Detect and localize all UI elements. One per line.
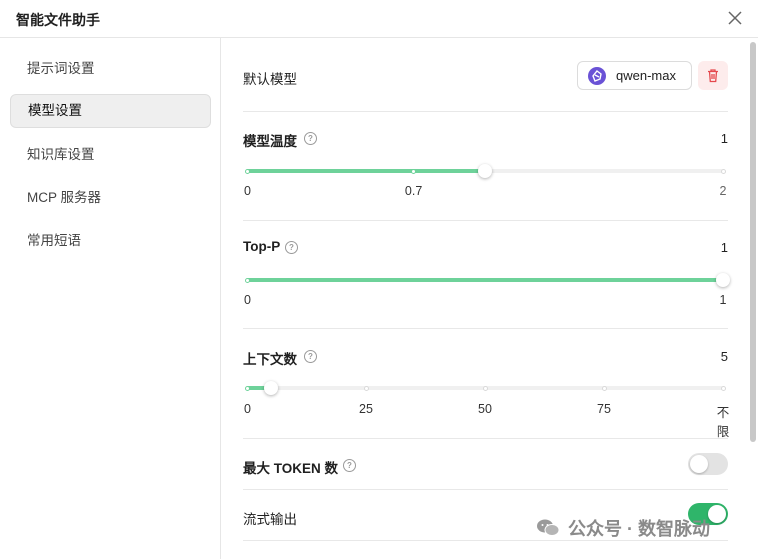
temperature-label: 模型温度 <box>243 134 297 149</box>
scrollbar-thumb[interactable] <box>750 42 756 442</box>
wechat-icon <box>537 519 560 536</box>
divider <box>243 438 728 439</box>
trash-icon <box>708 69 718 83</box>
context-count-value: 5 <box>720 349 728 364</box>
model-name: qwen-max <box>616 68 676 83</box>
slider-tick-label: 0 <box>244 184 251 198</box>
help-icon[interactable]: ? <box>304 350 317 363</box>
streaming-label: 流式输出 <box>243 512 297 527</box>
model-select-button[interactable]: qwen-max <box>577 61 692 90</box>
qwen-logo-icon <box>588 67 606 85</box>
watermark-text: 公众号 · 数智脉动 <box>568 519 710 539</box>
max-tokens-label: 最大 TOKEN 数 <box>243 461 339 476</box>
slider-mark <box>244 168 250 174</box>
sidebar-item-knowledge-base[interactable]: 知识库设置 <box>10 138 211 172</box>
slider-tick-label: 0 <box>244 402 251 416</box>
context-count-label: 上下文数 <box>243 352 297 367</box>
divider <box>243 111 728 112</box>
slider-tick-label: 1 <box>719 293 727 307</box>
sidebar-item-model-settings[interactable]: 模型设置 <box>10 94 211 128</box>
sidebar-item-label: 提示词设置 <box>27 61 95 76</box>
toggle-knob <box>708 505 726 523</box>
slider-tick-label: 25 <box>359 402 373 416</box>
settings-sidebar: 提示词设置 模型设置 知识库设置 MCP 服务器 常用短语 <box>0 38 221 559</box>
slider-mark <box>244 385 250 391</box>
slider-tick-label: 2 <box>719 184 727 198</box>
divider <box>243 328 728 329</box>
help-icon[interactable]: ? <box>304 132 317 145</box>
divider <box>243 489 728 490</box>
sidebar-item-label: MCP 服务器 <box>27 190 102 205</box>
divider <box>243 220 728 221</box>
watermark: 公众号 · 数智脉动 <box>536 516 710 540</box>
slider-tick-label: 50 <box>478 402 492 416</box>
delete-model-button[interactable] <box>698 61 728 90</box>
sidebar-item-mcp-servers[interactable]: MCP 服务器 <box>10 181 211 215</box>
dialog-title: 智能文件助手 <box>16 12 100 28</box>
slider-mark <box>363 385 369 391</box>
slider-tick-label: 不限 <box>716 406 730 439</box>
slider-handle[interactable] <box>478 164 492 178</box>
dialog-header: 智能文件助手 <box>0 0 758 38</box>
slider-mark <box>411 168 417 174</box>
slider-tick-label: 0 <box>244 293 251 307</box>
top-p-label: Top-P <box>243 239 281 254</box>
max-tokens-toggle[interactable] <box>688 453 728 475</box>
slider-handle[interactable] <box>716 273 730 287</box>
sidebar-item-phrases[interactable]: 常用短语 <box>10 224 211 258</box>
sidebar-item-label: 模型设置 <box>28 103 82 118</box>
slider-fill <box>247 278 723 282</box>
slider-tick-label: 0.7 <box>404 184 423 198</box>
slider-handle[interactable] <box>263 381 278 395</box>
slider-tick-label: 75 <box>597 402 611 416</box>
help-icon[interactable]: ? <box>285 241 298 254</box>
sidebar-item-label: 知识库设置 <box>27 147 95 162</box>
sidebar-item-label: 常用短语 <box>27 233 81 248</box>
help-icon[interactable]: ? <box>343 459 356 472</box>
slider-mark <box>482 385 488 391</box>
scrollbar[interactable] <box>749 38 758 559</box>
close-icon[interactable] <box>726 9 744 27</box>
slider-fill <box>247 169 485 173</box>
top-p-value: 1 <box>720 240 728 255</box>
slider-mark <box>601 385 607 391</box>
default-model-label: 默认模型 <box>243 72 297 87</box>
sidebar-item-prompt-settings[interactable]: 提示词设置 <box>10 52 211 86</box>
settings-panel: 默认模型 qwen-max 模型温度 ? 1 0 0.7 2 Top-P ? 1 0… <box>222 38 758 559</box>
slider-mark <box>720 168 726 174</box>
temperature-value: 1 <box>720 131 728 146</box>
toggle-knob <box>690 455 708 473</box>
slider-mark <box>720 385 726 391</box>
slider-mark <box>244 277 250 283</box>
